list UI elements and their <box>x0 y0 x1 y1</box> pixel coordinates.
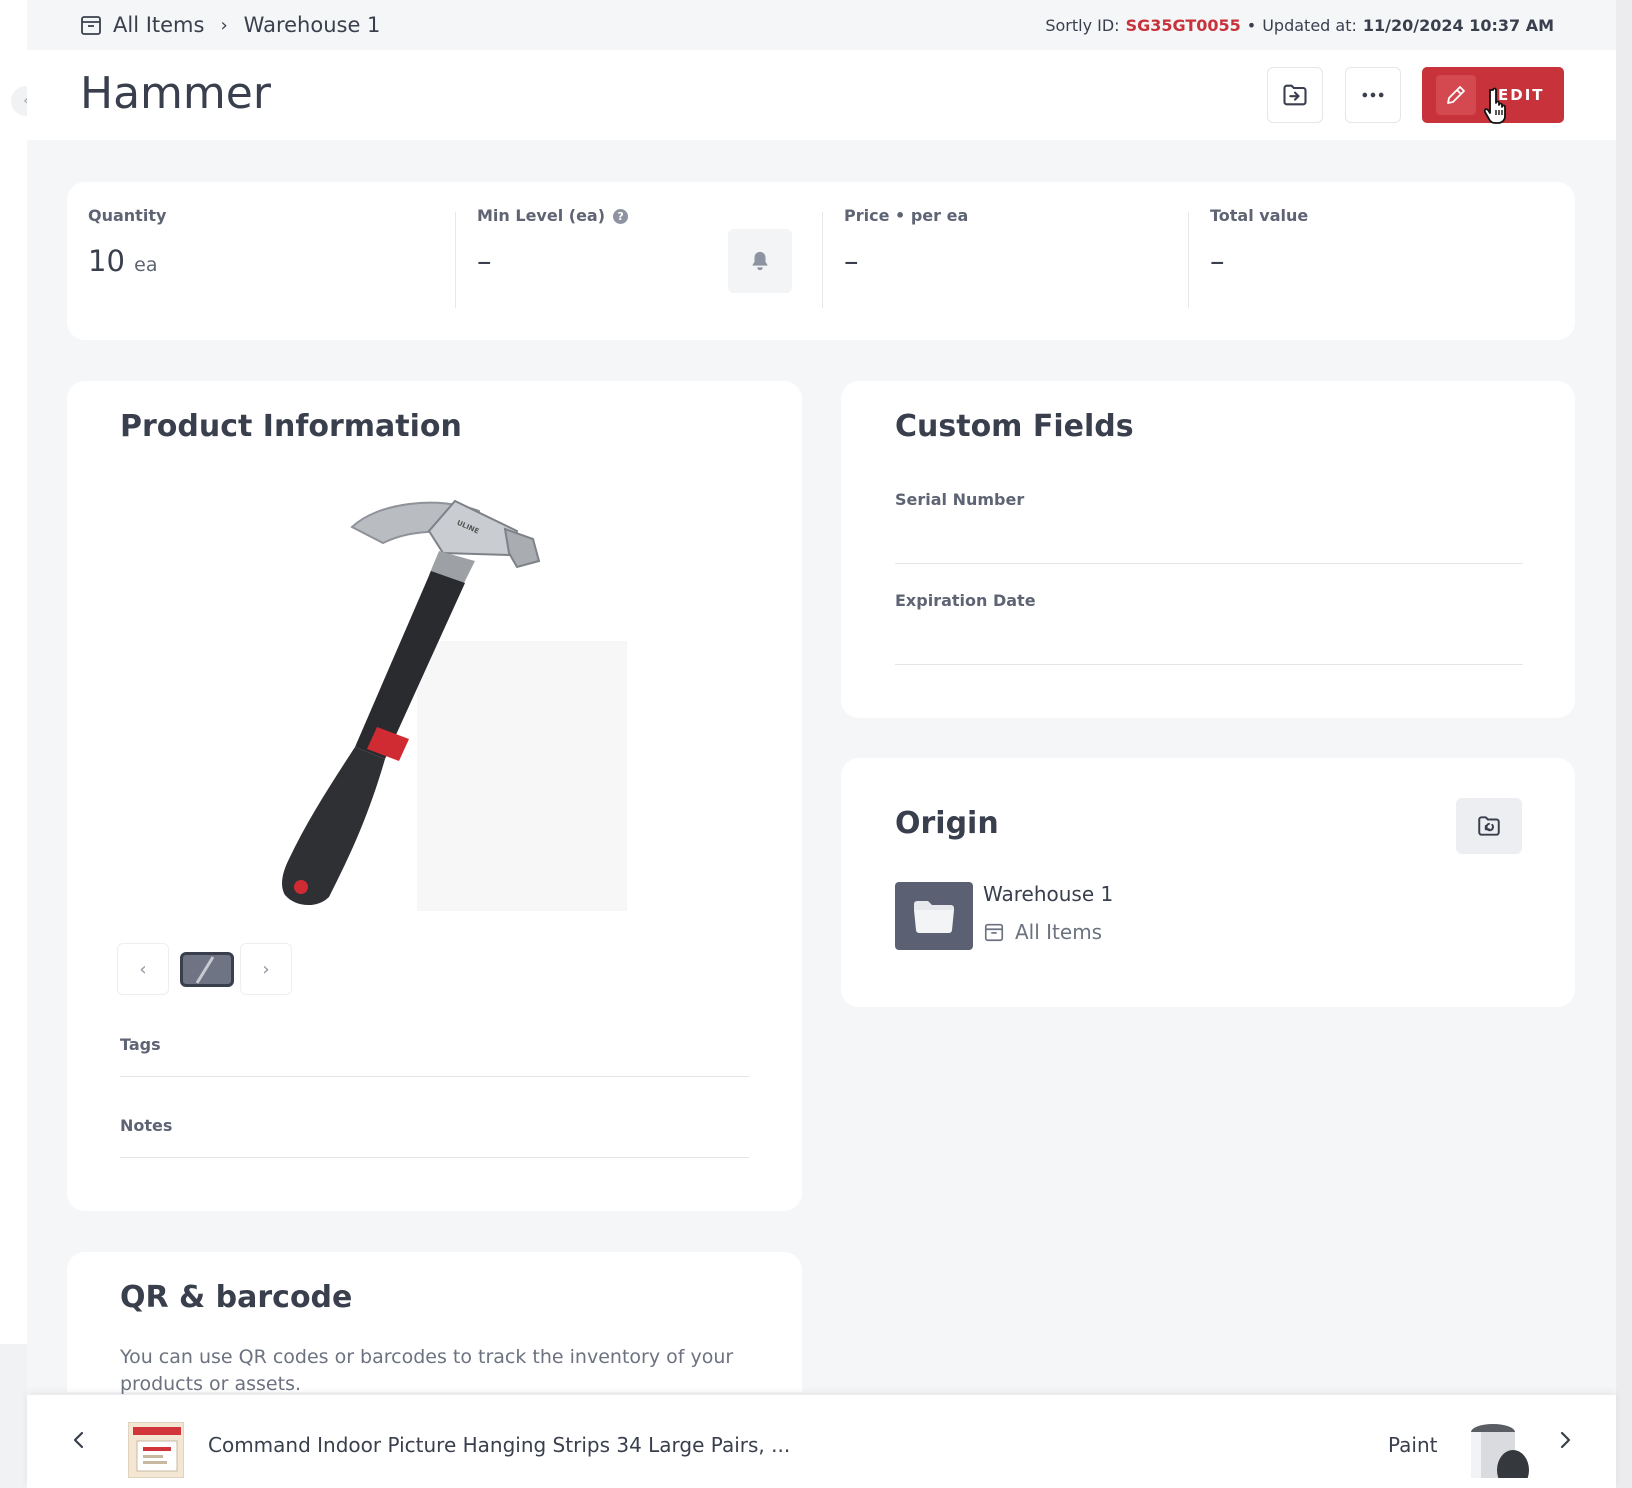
chevron-left-icon: ‹ <box>139 958 147 980</box>
serial-number-divider <box>895 563 1523 564</box>
quantity-label: Quantity <box>88 206 167 225</box>
min-level-label: Min Level (ea)? <box>477 206 629 225</box>
price-value: – <box>844 244 859 278</box>
page-title: Hammer <box>80 68 271 119</box>
item-meta: Sortly ID: SG35GT0055 • Updated at: 11/2… <box>1045 16 1554 35</box>
min-level-label-text: Min Level (ea) <box>477 206 606 225</box>
more-horizontal-icon <box>1362 92 1384 98</box>
qr-barcode-description: You can use QR codes or barcodes to trac… <box>120 1346 734 1395</box>
folder-box-icon <box>984 923 1004 942</box>
price-unit-label: per ea <box>910 206 969 225</box>
chevron-right-icon: › <box>262 958 270 980</box>
bell-icon <box>752 251 768 271</box>
origin-parent[interactable]: All Items <box>983 920 1102 944</box>
chevron-right-icon <box>1560 1431 1571 1449</box>
stats-card: Quantity 10 ea Min Level (ea)? – Price •… <box>67 182 1575 340</box>
expiration-date-label: Expiration Date <box>895 591 1036 610</box>
folder-box-icon <box>81 16 101 35</box>
previous-item-thumbnail[interactable] <box>128 1422 184 1478</box>
item-header: Hammer EDIT <box>27 50 1616 140</box>
price-bullet: • <box>895 206 906 225</box>
price-label: Price • per ea <box>844 206 968 225</box>
origin-title: Origin <box>895 806 999 841</box>
product-information-title: Product Information <box>120 409 462 444</box>
notes-label: Notes <box>120 1116 173 1135</box>
notes-divider <box>120 1157 749 1158</box>
qr-barcode-title: QR & barcode <box>120 1280 353 1315</box>
tags-label: Tags <box>120 1035 161 1054</box>
custom-fields-card: Custom Fields Serial Number Expiration D… <box>841 381 1575 718</box>
breadcrumb-current: Warehouse 1 <box>243 13 381 37</box>
left-sidebar-strip-bottom <box>0 1344 27 1488</box>
stat-quantity: Quantity 10 ea <box>88 182 448 340</box>
image-thumbnail[interactable] <box>180 952 234 987</box>
stat-price: Price • per ea – <box>844 182 1184 340</box>
product-information-card: Product Information ULINE ‹ › Tags Notes <box>67 381 802 1211</box>
topbar: All Items › Warehouse 1 Sortly ID: SG35G… <box>27 0 1616 50</box>
previous-item-name[interactable]: Command Indoor Picture Hanging Strips 34… <box>208 1433 790 1457</box>
origin-folder-thumbnail[interactable] <box>895 882 973 950</box>
go-to-folder-button[interactable] <box>1456 798 1522 854</box>
qr-barcode-card: QR & barcode You can use QR codes or bar… <box>67 1252 802 1395</box>
more-options-button[interactable] <box>1345 67 1401 123</box>
hand-cursor-icon <box>1484 87 1506 124</box>
sortly-id-value: SG35GT0055 <box>1125 15 1241 35</box>
next-item-name[interactable]: Paint <box>1388 1433 1438 1457</box>
next-item-thumbnail[interactable] <box>1463 1422 1529 1478</box>
chevron-left-icon <box>73 1431 84 1449</box>
stat-total-value: Total value – <box>1210 182 1550 340</box>
left-sidebar-strip <box>0 0 27 1344</box>
origin-folder-name[interactable]: Warehouse 1 <box>983 882 1113 906</box>
quantity-number: 10 <box>88 244 125 278</box>
expiration-date-divider <box>895 664 1523 665</box>
breadcrumb-all-items[interactable]: All Items <box>113 13 204 37</box>
price-label-text: Price <box>844 206 890 225</box>
breadcrumb: All Items › Warehouse 1 <box>79 13 380 37</box>
stat-divider <box>1188 212 1189 308</box>
tags-divider <box>120 1076 749 1077</box>
scrollbar[interactable] <box>1616 0 1632 1488</box>
total-value-label: Total value <box>1210 206 1309 225</box>
folder-return-icon <box>1478 816 1500 836</box>
item-navigation-footer: Command Indoor Picture Hanging Strips 34… <box>27 1395 1616 1488</box>
sortly-id-label: Sortly ID: <box>1045 15 1120 35</box>
breadcrumb-separator: › <box>220 14 228 36</box>
product-image[interactable]: ULINE <box>217 491 637 911</box>
min-level-value: – <box>477 244 492 278</box>
help-icon[interactable]: ? <box>613 209 629 224</box>
quantity-value: 10 ea <box>88 244 157 278</box>
move-button[interactable] <box>1267 67 1323 123</box>
quantity-unit: ea <box>134 254 158 276</box>
serial-number-label: Serial Number <box>895 490 1025 509</box>
stat-divider <box>822 212 823 308</box>
origin-parent-name: All Items <box>1015 920 1103 944</box>
image-prev-button[interactable]: ‹ <box>117 943 169 995</box>
image-next-button[interactable]: › <box>240 943 292 995</box>
folder-icon <box>914 901 954 933</box>
custom-fields-title: Custom Fields <box>895 409 1134 444</box>
updated-label: Updated at: <box>1262 15 1357 35</box>
updated-value: 11/20/2024 10:37 AM <box>1362 15 1554 35</box>
pencil-icon <box>1436 75 1476 115</box>
next-item-button[interactable] <box>1550 1425 1580 1455</box>
low-stock-alert-button[interactable] <box>728 229 792 293</box>
total-value-value: – <box>1210 244 1225 278</box>
meta-bullet: • <box>1246 15 1257 35</box>
move-folder-icon <box>1283 84 1307 106</box>
origin-card: Origin Warehouse 1 All Items <box>841 758 1575 1007</box>
previous-item-button[interactable] <box>64 1425 94 1455</box>
stat-divider <box>455 212 456 308</box>
